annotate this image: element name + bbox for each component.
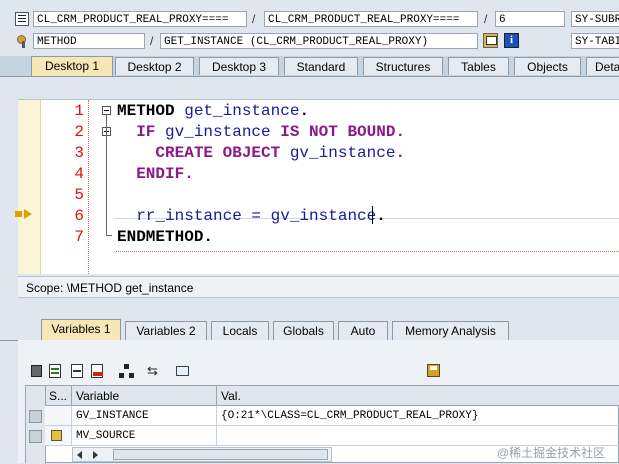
block-end-line [116,251,619,252]
desktop-tabs: Desktop 1 Desktop 2 Desktop 3 Standard S… [0,56,619,77]
code-line[interactable]: ENDMETHOD. [117,228,213,246]
status-cell [45,426,72,446]
program-field[interactable]: CL_CRM_PRODUCT_REAL_PROXY==== [33,11,247,27]
margin-line [88,100,89,274]
event-name-field[interactable]: GET_INSTANCE (CL_CRM_PRODUCT_REAL_PROXY) [160,33,478,49]
column-header-value[interactable]: Val. [217,386,619,406]
tab-desktop-2[interactable]: Desktop 2 [115,57,194,75]
row-selector-column [26,386,46,464]
line-field[interactable]: 6 [495,11,565,27]
fold-line [106,235,112,236]
delete-icon[interactable] [31,365,42,377]
tab-tables[interactable]: Tables [448,57,509,75]
tab-details[interactable]: Deta [586,57,619,75]
tab-locals[interactable]: Locals [211,321,269,340]
separator: / [150,34,154,48]
variable-cell[interactable]: GV_INSTANCE [72,406,217,426]
line-number: 1 [74,102,84,120]
code-line[interactable]: IF gv_instance IS NOT BOUND. [117,123,405,141]
tools-icon[interactable] [15,34,29,48]
watermark: @稀土掘金技术社区 [497,446,606,460]
tab-globals[interactable]: Globals [273,321,334,340]
code-line[interactable]: ENDIF. [117,165,194,183]
display-icon[interactable] [483,33,498,48]
fold-line [106,115,107,235]
line-number: 2 [74,123,84,141]
variable-cell[interactable]: MV_SOURCE [72,426,217,446]
export-icon[interactable] [91,364,103,378]
row-selector[interactable] [29,430,42,443]
separator: / [484,12,488,26]
text-cursor [372,206,373,224]
value-cell[interactable]: {O:21*\CLASS=CL_CRM_PRODUCT_REAL_PROXY} [217,406,619,426]
column-header-variable[interactable]: Variable [72,386,217,406]
event-type-field[interactable]: METHOD [33,33,145,49]
include-field[interactable]: CL_CRM_PRODUCT_REAL_PROXY==== [264,11,478,27]
line-number: 3 [74,144,84,162]
navigate-icon[interactable]: ⇆ [147,364,163,378]
sy-subrc-field[interactable]: SY-SUBR [571,11,619,27]
scroll-left-icon[interactable] [77,451,82,459]
line-number: 4 [74,165,84,183]
tab-standard[interactable]: Standard [284,57,358,75]
horizontal-scrollbar[interactable] [72,447,332,462]
current-line-arrow-icon [24,209,32,219]
tab-memory-analysis[interactable]: Memory Analysis [392,321,509,340]
save-icon[interactable] [427,364,440,377]
separator: / [252,12,256,26]
column-header-status[interactable]: S... [45,386,72,406]
line-number: 6 [74,207,84,225]
object-reference-icon [51,430,62,441]
tab-desktop-3[interactable]: Desktop 3 [199,57,279,75]
tab-variables-2[interactable]: Variables 2 [125,321,207,340]
current-line-arrow-icon [15,211,22,217]
tab-auto[interactable]: Auto [338,321,388,340]
hierarchy-icon[interactable] [119,364,135,378]
tab-desktop-1[interactable]: Desktop 1 [31,56,113,76]
breakpoint-gutter[interactable] [18,100,41,274]
code-line[interactable]: METHOD get_instance. [117,102,309,120]
status-cell [45,406,72,426]
value-cell[interactable] [217,426,619,446]
tab-objects[interactable]: Objects [514,57,581,75]
row-selector[interactable] [29,410,42,423]
details-icon[interactable] [49,364,61,378]
list-icon[interactable] [15,12,29,26]
code-line[interactable]: rr_instance = gv_instance. [117,207,386,225]
folder-icon[interactable] [176,366,189,376]
scope-text: Scope: \METHOD get_instance [26,281,194,295]
fold-collapse-icon[interactable] [102,106,111,115]
tab-structures[interactable]: Structures [363,57,443,75]
import-icon[interactable] [71,364,83,378]
tab-variables-1[interactable]: Variables 1 [41,319,121,340]
source-editor[interactable]: 1 METHOD get_instance. 2 IF gv_instance IS… [15,99,619,274]
sy-tabix-field[interactable]: SY-TABI [571,33,619,49]
scope-bar: Scope: \METHOD get_instance [18,276,619,298]
code-line[interactable]: CREATE OBJECT gv_instance. [117,144,405,162]
info-icon[interactable]: i [504,33,519,48]
variable-tabs: Variables 1 Variables 2 Locals Globals A… [0,319,619,341]
line-number: 7 [74,228,84,246]
scroll-thumb[interactable] [113,449,328,460]
scroll-right-icon[interactable] [93,451,98,459]
line-number: 5 [74,186,84,204]
